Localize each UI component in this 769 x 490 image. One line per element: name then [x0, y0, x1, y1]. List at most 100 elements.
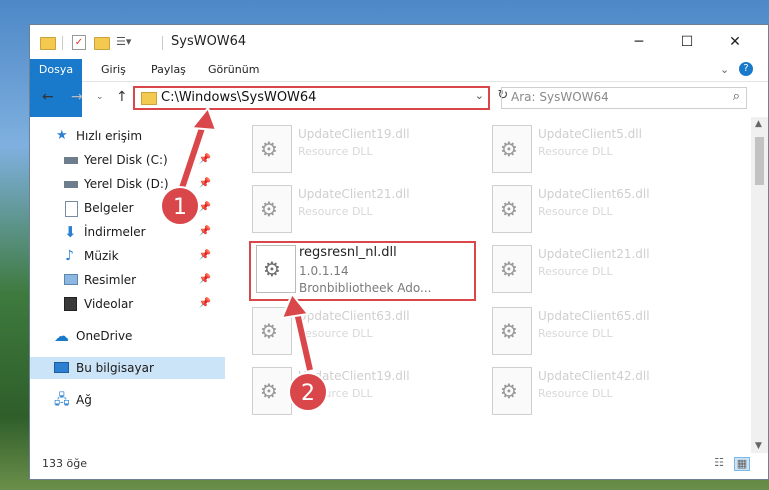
- download-icon: ⬇: [64, 223, 77, 241]
- search-input[interactable]: Ara: SysWOW64 ⌕: [501, 87, 747, 109]
- file-name: UpdateClient5.dll: [538, 127, 642, 141]
- recent-locations-icon[interactable]: ⌄: [96, 92, 104, 102]
- nav-item-label: Yerel Disk (D:): [84, 177, 169, 191]
- drive-icon: [64, 157, 78, 164]
- videos-icon: [64, 297, 77, 311]
- gear-icon: ⚙: [500, 379, 518, 403]
- callout-badge-2: 2: [288, 372, 328, 412]
- explorer-window: ✓ ☰▾ SysWOW64 ─ ☐ ✕ Dosya Giriş Paylaş G…: [29, 24, 769, 480]
- new-folder-icon[interactable]: [94, 37, 110, 50]
- nav-item-label: Ağ: [76, 393, 92, 407]
- callout-badge-1: 1: [160, 186, 200, 226]
- customize-toolbar-icon[interactable]: ☰▾: [116, 35, 131, 51]
- file-item[interactable]: ⚙ UpdateClient19.dll Resource DLL: [238, 121, 468, 179]
- file-name: UpdateClient21.dll: [538, 247, 650, 261]
- chevron-down-icon[interactable]: ⌄: [475, 89, 484, 102]
- nav-item-pictures[interactable]: Resimler 📌: [30, 269, 225, 291]
- address-row: ← → ⌄ ↑ C:\Windows\SysWOW64 ⌄ ↻ Ara: Sys…: [30, 83, 768, 115]
- expand-ribbon-icon[interactable]: ⌄: [720, 59, 729, 81]
- file-item[interactable]: ⚙ UpdateClient65.dll Resource DLL: [478, 181, 708, 239]
- network-icon: 🖧: [54, 392, 70, 408]
- nav-item-music[interactable]: ♪ Müzik 📌: [30, 245, 225, 267]
- scroll-down-icon[interactable]: ▼: [755, 441, 762, 451]
- pin-icon[interactable]: 📌: [199, 293, 211, 315]
- divider: [62, 36, 63, 50]
- nav-item-videos[interactable]: Videolar 📌: [30, 293, 225, 315]
- file-item[interactable]: ⚙ UpdateClient5.dll Resource DLL: [478, 121, 708, 179]
- file-item[interactable]: ⚙ UpdateClient65.dll Resource DLL: [478, 303, 708, 361]
- file-name: UpdateClient65.dll: [538, 309, 650, 323]
- file-name: UpdateClient42.dll: [538, 369, 650, 383]
- gear-icon: ⚙: [500, 197, 518, 221]
- tab-share[interactable]: Paylaş: [151, 59, 186, 81]
- status-bar: 133 öğe ☷ ▦: [30, 453, 768, 479]
- nav-item-label: Resimler: [84, 273, 137, 287]
- file-item[interactable]: ⚙ UpdateClient63.dll Resource DLL: [238, 303, 468, 361]
- music-icon: ♪: [65, 248, 74, 264]
- file-name: UpdateClient21.dll: [298, 187, 410, 201]
- file-description: Resource DLL: [538, 205, 613, 218]
- nav-item-label: İndirmeler: [84, 225, 146, 239]
- file-name: regsresnl_nl.dll: [299, 245, 397, 260]
- scroll-thumb[interactable]: [755, 137, 764, 185]
- scroll-up-icon[interactable]: ▲: [755, 119, 762, 129]
- window-title: SysWOW64: [171, 34, 247, 49]
- vertical-scrollbar[interactable]: ▲ ▼: [751, 117, 768, 453]
- file-item[interactable]: ⚙ UpdateClient21.dll Resource DLL: [238, 181, 468, 239]
- file-item[interactable]: ⚙ UpdateClient19.dll Resource DLL: [238, 363, 468, 421]
- nav-item-onedrive[interactable]: ☁ OneDrive: [30, 325, 225, 347]
- star-icon: ★: [56, 128, 68, 143]
- cloud-icon: ☁: [54, 327, 69, 345]
- pin-icon[interactable]: 📌: [199, 221, 211, 243]
- computer-icon: [54, 362, 69, 373]
- gear-icon: ⚙: [263, 257, 281, 281]
- drive-icon: [64, 181, 78, 188]
- documents-icon: [65, 201, 78, 217]
- up-icon[interactable]: ↑: [116, 89, 128, 105]
- divider: [162, 36, 163, 50]
- nav-item-label: Bu bilgisayar: [76, 361, 154, 375]
- folder-icon: [40, 37, 56, 50]
- file-item[interactable]: ⚙ UpdateClient21.dll Resource DLL: [478, 241, 708, 299]
- tiles-view-icon[interactable]: ▦: [734, 457, 750, 471]
- help-icon[interactable]: ?: [739, 62, 753, 76]
- forward-icon[interactable]: →: [71, 89, 83, 105]
- ribbon-tabs: Dosya Giriş Paylaş Görünüm ⌄ ?: [30, 59, 768, 117]
- item-count: 133 öğe: [42, 457, 87, 470]
- close-button[interactable]: ✕: [712, 25, 758, 59]
- file-description: Resource DLL: [538, 145, 613, 158]
- pictures-icon: [64, 274, 78, 285]
- pin-icon[interactable]: 📌: [199, 245, 211, 267]
- file-description: Resource DLL: [538, 327, 613, 340]
- minimize-button[interactable]: ─: [616, 25, 662, 59]
- search-placeholder: Ara: SysWOW64: [511, 90, 609, 104]
- file-description: Resource DLL: [538, 387, 613, 400]
- file-description: Resource DLL: [538, 265, 613, 278]
- tab-view[interactable]: Görünüm: [208, 59, 259, 81]
- nav-item-label: Hızlı erişim: [76, 129, 143, 143]
- file-item[interactable]: ⚙ UpdateClient42.dll Resource DLL: [478, 363, 708, 421]
- details-view-icon[interactable]: ☷: [712, 457, 726, 469]
- gear-icon: ⚙: [260, 197, 278, 221]
- nav-item-this-pc[interactable]: Bu bilgisayar: [30, 357, 225, 379]
- nav-item-label: Yerel Disk (C:): [84, 153, 168, 167]
- pin-icon[interactable]: 📌: [199, 269, 211, 291]
- folder-icon: [141, 92, 157, 105]
- properties-icon[interactable]: ✓: [72, 35, 86, 50]
- file-version: 1.0.1.14: [299, 264, 349, 278]
- nav-item-label: Belgeler: [84, 201, 134, 215]
- gear-icon: ⚙: [500, 137, 518, 161]
- gear-icon: ⚙: [260, 137, 278, 161]
- gear-icon: ⚙: [500, 257, 518, 281]
- nav-item-label: Videolar: [84, 297, 134, 311]
- file-name: UpdateClient19.dll: [298, 127, 410, 141]
- back-icon[interactable]: ←: [42, 89, 54, 105]
- nav-item-network[interactable]: 🖧 Ağ: [30, 389, 225, 411]
- file-description: Resource DLL: [298, 205, 373, 218]
- search-icon: ⌕: [732, 89, 740, 104]
- maximize-button[interactable]: ☐: [664, 25, 710, 59]
- file-name: UpdateClient65.dll: [538, 187, 650, 201]
- file-description: Resource DLL: [298, 145, 373, 158]
- nav-item-downloads[interactable]: ⬇ İndirmeler 📌: [30, 221, 225, 243]
- tab-home[interactable]: Giriş: [101, 59, 126, 81]
